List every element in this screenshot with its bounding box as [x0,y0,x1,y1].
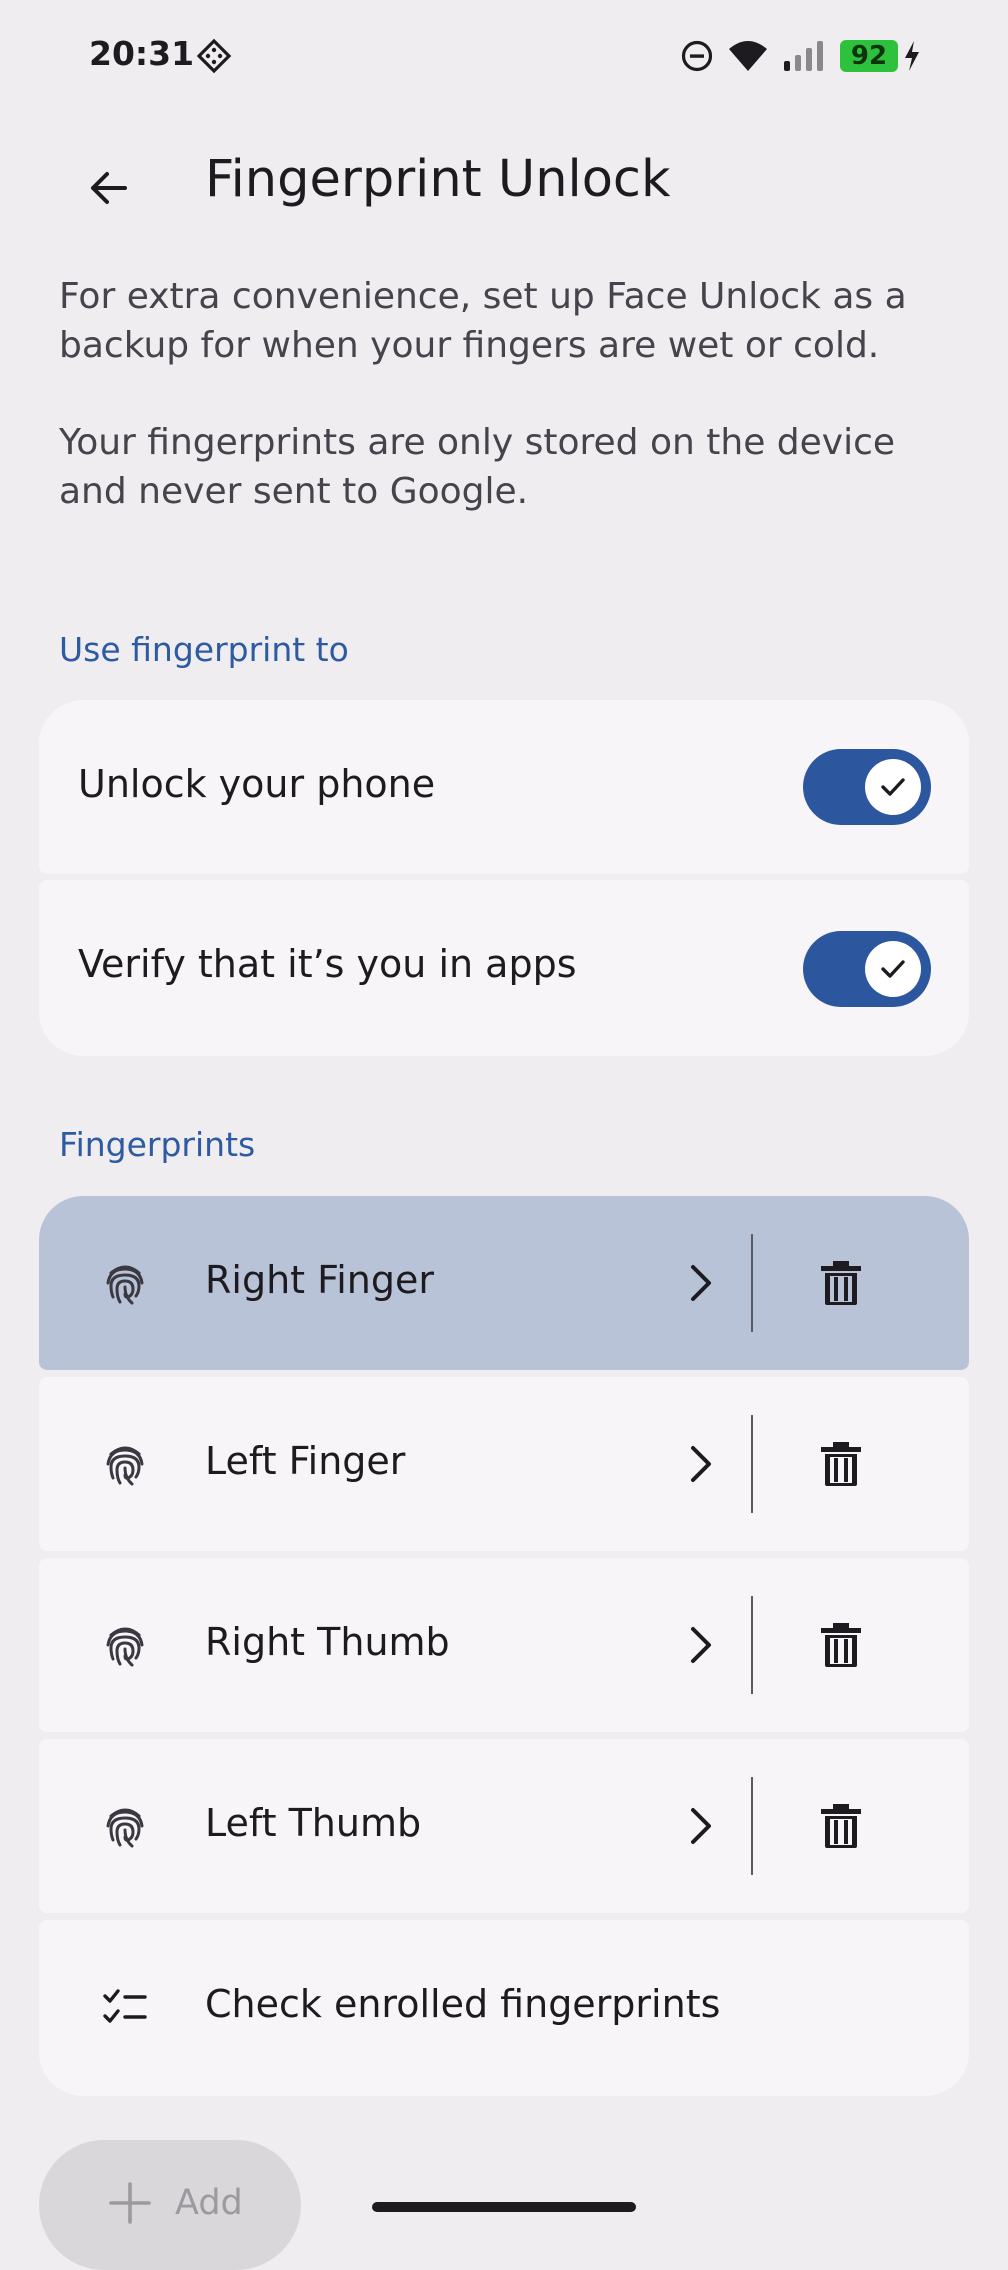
status-bar: 20:31 92 [0,0,1008,114]
chevron-right-icon [691,1446,711,1482]
fingerprint-item-left-finger[interactable]: Left Finger [39,1377,969,1551]
page-title: Fingerprint Unlock [205,150,671,209]
dnd-icon [681,40,713,72]
toggle-knob [865,759,921,815]
trash-icon [821,1623,861,1667]
delete-fingerprint-button[interactable] [791,1595,891,1695]
battery-level: 92 [850,41,888,71]
delete-fingerprint-button[interactable] [791,1414,891,1514]
trash-icon [821,1804,861,1848]
divider [751,1234,753,1332]
fingerprint-item-right-thumb[interactable]: Right Thumb [39,1558,969,1732]
checklist-icon [103,1989,147,2023]
fingerprint-label: Left Thumb [205,1801,422,1845]
signal-icon [784,41,823,71]
section-header-fingerprints: Fingerprints [59,1125,256,1164]
check-icon [881,960,905,978]
divider [751,1777,753,1875]
trash-icon [821,1261,861,1305]
status-icons: 92 [680,36,922,76]
check-enrolled-fingerprints[interactable]: Check enrolled fingerprints [39,1920,969,2096]
intro-text: For extra convenience, set up Face Unloc… [59,272,959,564]
chevron-right-icon [691,1627,711,1663]
diamond-icon [196,38,232,74]
fingerprint-label: Left Finger [205,1439,406,1483]
add-label: Add [175,2183,243,2223]
divider [751,1415,753,1513]
charging-icon [905,41,919,71]
fingerprint-item-left-thumb[interactable]: Left Thumb [39,1739,969,1913]
status-time: 20:31 [89,34,195,73]
fingerprint-icon [106,1808,144,1848]
divider [751,1596,753,1694]
add-fingerprint-button[interactable]: Add [39,2140,301,2270]
fingerprint-icon [106,1446,144,1486]
delete-fingerprint-button[interactable] [791,1776,891,1876]
check-icon [881,778,905,796]
intro-paragraph-privacy: Your fingerprints are only stored on the… [59,422,896,512]
wifi-icon [729,41,767,71]
section-header-use-fingerprint: Use fingerprint to [59,630,349,669]
setting-unlock-phone[interactable]: Unlock your phone [39,700,969,874]
toggle-knob [865,941,921,997]
trash-icon [821,1442,861,1486]
battery-icon: 92 [840,40,898,72]
delete-fingerprint-button[interactable] [791,1233,891,1333]
app-bar: Fingerprint Unlock [0,114,1008,248]
fingerprint-label: Right Thumb [205,1620,450,1664]
plus-icon [109,2182,151,2224]
home-indicator[interactable] [372,2202,636,2212]
fingerprint-icon [106,1627,144,1667]
fingerprint-item-right-finger[interactable]: Right Finger [39,1196,969,1370]
back-button[interactable] [67,148,147,228]
setting-label: Unlock your phone [78,762,436,806]
fingerprint-label: Right Finger [205,1258,435,1302]
toggle-verify-in-apps[interactable] [803,931,931,1007]
chevron-right-icon [691,1808,711,1844]
arrow-back-icon [91,172,127,204]
fingerprint-icon [106,1265,144,1305]
chevron-right-icon [691,1265,711,1301]
setting-label: Verify that it’s you in apps [78,942,577,986]
setting-verify-in-apps[interactable]: Verify that it’s you in apps [39,880,969,1056]
toggle-unlock-phone[interactable] [803,749,931,825]
check-enrolled-label: Check enrolled fingerprints [205,1982,721,2026]
intro-paragraph-face-unlock: For extra convenience, set up Face Unloc… [59,276,907,366]
